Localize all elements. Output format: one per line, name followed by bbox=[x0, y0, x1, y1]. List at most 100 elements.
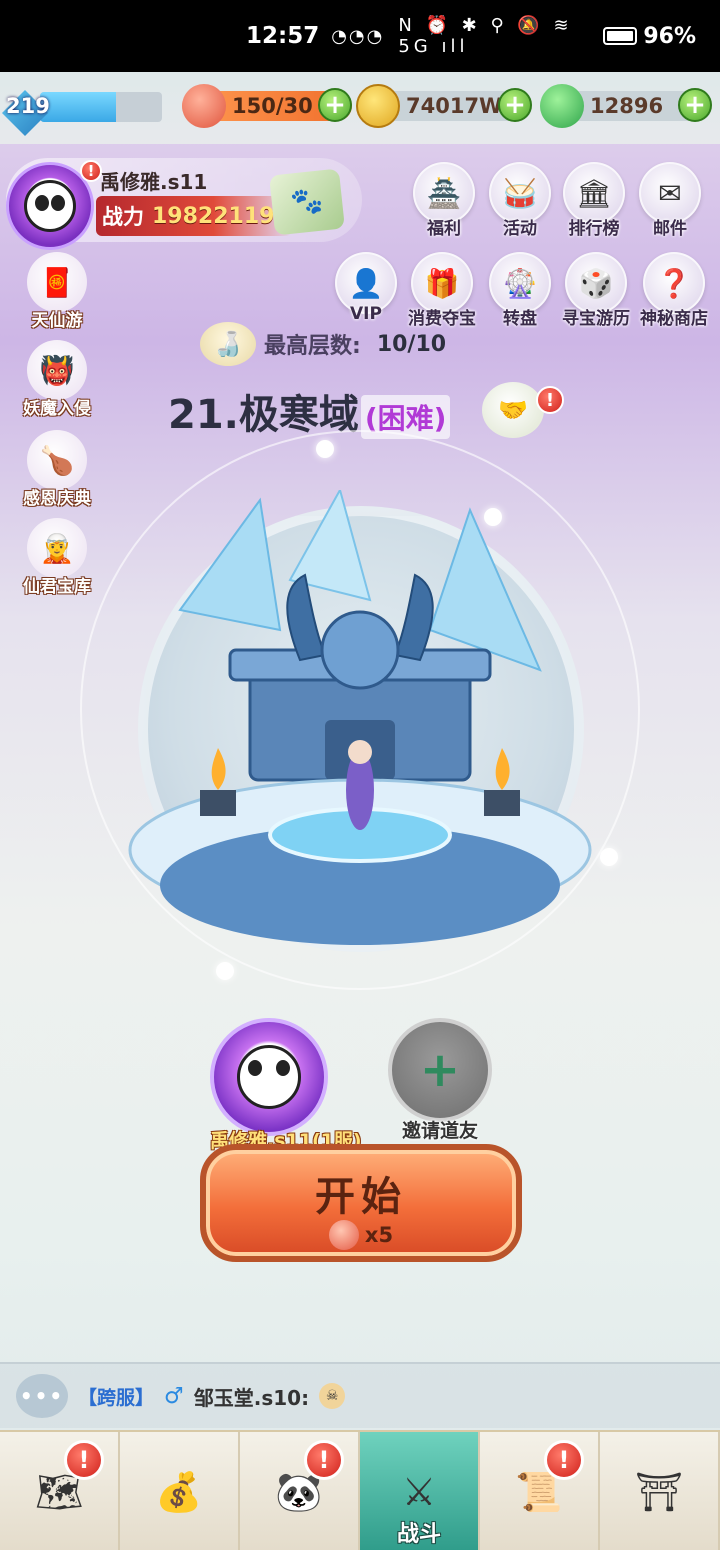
nav-pavilion[interactable]: ⛩ bbox=[600, 1432, 720, 1550]
activity-mail[interactable]: ✉ 邮件 bbox=[634, 162, 706, 239]
jade-dragon-icon bbox=[540, 84, 584, 128]
side-event-immortal[interactable]: 🧝 仙君宝库 bbox=[14, 518, 100, 597]
side-event-fortune-bag[interactable]: 🧧 天仙游 bbox=[14, 252, 100, 331]
activity-label: 排行榜 bbox=[568, 219, 620, 239]
member-avatar bbox=[210, 1018, 328, 1136]
demon-icon: 👹 bbox=[27, 340, 87, 400]
activity-wheel[interactable]: 🎡 转盘 bbox=[484, 252, 556, 329]
activity-label: 福利 bbox=[427, 219, 461, 239]
side-event-demon[interactable]: 👹 妖魔入侵 bbox=[14, 340, 100, 419]
side-event-label: 仙君宝库 bbox=[23, 577, 91, 597]
start-label: 开始 bbox=[315, 1174, 407, 1220]
bottom-nav: 🗺! 💰 🐼! ⚔ 战斗 📜! ⛩ bbox=[0, 1430, 720, 1550]
nav-scroll-book[interactable]: 📜! bbox=[480, 1432, 600, 1550]
combat-power: 战力 19822119 bbox=[96, 196, 292, 236]
orb bbox=[316, 440, 334, 458]
stage-alert-icon: ! bbox=[536, 386, 564, 414]
activity-label: 神秘商店 bbox=[640, 309, 708, 329]
pavilion-icon: ⛩ bbox=[634, 1469, 684, 1514]
activity-mystery-shop[interactable]: ❓ 神秘商店 bbox=[638, 252, 710, 329]
status-time: 12:57 bbox=[246, 23, 320, 49]
team-member-self[interactable]: 禹修雅.s11(1服) bbox=[210, 1018, 362, 1153]
start-cost-value: x5 bbox=[364, 1223, 394, 1247]
power-label: 战力 bbox=[102, 205, 144, 229]
flame-right bbox=[495, 748, 510, 790]
chat-bubble-icon[interactable]: ••• bbox=[16, 1374, 68, 1418]
resource-bar: 219 150/30 + 74017W + 12896 + bbox=[0, 72, 720, 144]
skull-emoji-icon: ☠ bbox=[319, 1383, 346, 1409]
chat-bar[interactable]: ••• 【跨服】 ♂ 邹玉堂.s10: ☠ bbox=[0, 1362, 720, 1428]
add-gold-button[interactable]: + bbox=[498, 88, 532, 122]
flame-left bbox=[211, 748, 226, 790]
ice-shard-right bbox=[428, 507, 542, 672]
nav-label: 战斗 bbox=[396, 1522, 441, 1547]
bag-icon: 💰 bbox=[155, 1469, 203, 1514]
gold-resource: 74017W + bbox=[356, 84, 532, 128]
hero-head bbox=[348, 740, 372, 764]
stage-title: 21.极寒域 (困难) bbox=[168, 382, 451, 440]
stamina-resource: 150/30 + bbox=[182, 84, 352, 128]
invite-plus-icon[interactable]: + bbox=[388, 1018, 492, 1122]
chat-username: 邹玉堂.s10: bbox=[193, 1385, 310, 1410]
brazier-right bbox=[484, 790, 520, 816]
player-alert-icon: ! bbox=[80, 160, 102, 182]
immortal-icon: 🧝 bbox=[27, 518, 87, 578]
add-jade-button[interactable]: + bbox=[678, 88, 712, 122]
start-button[interactable]: 开始 x5 bbox=[200, 1144, 522, 1262]
activity-dice[interactable]: 🎲 寻宝游历 bbox=[560, 252, 632, 329]
power-value: 19822119 bbox=[152, 203, 275, 229]
activity-ranking[interactable]: 🏛 排行榜 bbox=[558, 162, 630, 239]
nav-panda-hero[interactable]: 🐼! bbox=[240, 1432, 360, 1550]
panda-avatar-icon bbox=[237, 1045, 301, 1109]
ice-palace-island[interactable] bbox=[110, 490, 610, 970]
battery-indicator: 96% bbox=[603, 24, 696, 49]
player-level: 219 bbox=[6, 94, 50, 118]
orb bbox=[600, 848, 618, 866]
system-icons: N ⏰ ✱ ⚲ 🔕 ≋ 5G ıll bbox=[398, 15, 573, 57]
activity-label: 寻宝游历 bbox=[562, 309, 630, 329]
battery-percent: 96% bbox=[643, 23, 696, 49]
orb bbox=[216, 962, 234, 980]
gourd-icon: 🍶 bbox=[200, 322, 256, 366]
brazier-left bbox=[200, 790, 236, 816]
activity-welfare[interactable]: 🏯 福利 bbox=[408, 162, 480, 239]
nav-battle[interactable]: ⚔ 战斗 bbox=[360, 1432, 480, 1550]
side-event-label: 天仙游 bbox=[31, 311, 83, 331]
paw-scroll-icon[interactable]: 🐾 bbox=[269, 168, 345, 236]
peach-icon bbox=[182, 84, 226, 128]
roast-turkey-icon: 🍗 bbox=[27, 430, 87, 490]
activity-label: 邮件 bbox=[653, 219, 687, 239]
ice-shard-left bbox=[178, 497, 282, 632]
horn-right bbox=[393, 573, 434, 662]
max-floor: 🍶 最高层数: 10/10 bbox=[200, 322, 446, 366]
invite-label: 邀请道友 bbox=[401, 1120, 478, 1142]
activity-vip[interactable]: 👤 VIP bbox=[330, 252, 402, 324]
nav-bag[interactable]: 💰 bbox=[120, 1432, 240, 1550]
activity-label: 活动 bbox=[503, 219, 537, 239]
max-floor-value: 10/10 bbox=[376, 331, 447, 357]
male-icon: ♂ bbox=[164, 1383, 184, 1409]
temple-face bbox=[320, 610, 400, 690]
activity-event[interactable]: 🥁 活动 bbox=[484, 162, 556, 239]
add-stamina-button[interactable]: + bbox=[318, 88, 352, 122]
chat-channel-tag: 【跨服】 bbox=[78, 1386, 155, 1409]
start-cost: x5 bbox=[206, 1220, 516, 1250]
gesture-hands-icon[interactable]: 🤝 bbox=[482, 382, 544, 438]
jade-resource: 12896 + bbox=[540, 84, 712, 128]
coin-icon bbox=[356, 84, 400, 128]
activity-treasure-chest[interactable]: 🎁 消费夺宝 bbox=[406, 252, 478, 329]
alert-icon: ! bbox=[304, 1440, 344, 1480]
battery-icon bbox=[603, 27, 638, 45]
activity-label: 转盘 bbox=[503, 309, 537, 329]
nav-map[interactable]: 🗺! bbox=[0, 1432, 120, 1550]
max-floor-label: 最高层数: bbox=[264, 334, 361, 359]
invite-friend-slot[interactable]: + 邀请道友 bbox=[388, 1018, 492, 1143]
side-event-label: 感恩庆典 bbox=[23, 489, 91, 509]
side-event-roast-turkey[interactable]: 🍗 感恩庆典 bbox=[14, 430, 100, 509]
alert-icon: ! bbox=[544, 1440, 584, 1480]
side-event-label: 妖魔入侵 bbox=[23, 399, 91, 419]
fortune-bag-icon: 🧧 bbox=[27, 252, 87, 312]
panda-avatar-icon bbox=[24, 180, 76, 232]
activity-label: VIP bbox=[350, 304, 382, 324]
alert-icon: ! bbox=[64, 1440, 104, 1480]
